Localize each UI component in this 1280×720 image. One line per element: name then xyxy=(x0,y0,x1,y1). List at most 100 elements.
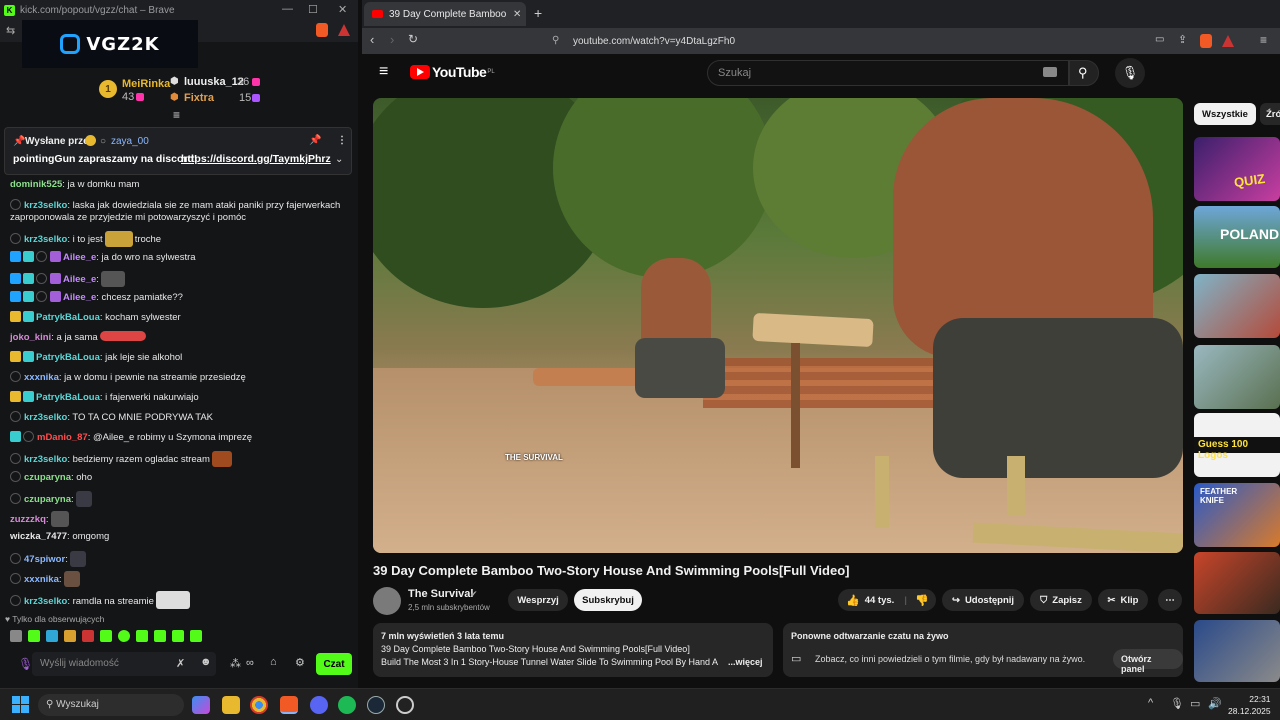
points-icon[interactable]: ⁂ xyxy=(230,657,241,670)
new-tab-icon[interactable]: + xyxy=(534,5,542,21)
chevron-down-icon[interactable]: ⌄ xyxy=(335,154,343,165)
copilot-icon[interactable] xyxy=(192,696,210,714)
chat-username[interactable]: xxxnika xyxy=(24,372,59,383)
leader-name[interactable]: Fixtra xyxy=(184,92,214,104)
chat-settings-icon[interactable]: ⚙ xyxy=(295,656,305,669)
spotify-icon[interactable] xyxy=(338,696,356,714)
url-field[interactable]: ⚲ youtube.com/watch?v=y4DtaLgzFh0 xyxy=(518,31,1126,51)
open-panel-button[interactable]: Otwórz panel xyxy=(1113,649,1183,674)
text-format-icon[interactable]: ✗ xyxy=(176,657,185,670)
microphone-icon[interactable]: 🎙 xyxy=(18,657,33,671)
hamburger-menu-icon[interactable]: ≡ xyxy=(379,63,388,81)
chat-username[interactable]: krz3selko xyxy=(24,200,67,211)
chat-username[interactable]: joko_kini xyxy=(10,332,51,343)
dislike-icon[interactable]: 👎 xyxy=(915,594,929,607)
show-more-link[interactable]: ...więcej xyxy=(728,657,763,667)
chat-username[interactable]: PatrykBaLoua xyxy=(36,312,100,323)
chat-username[interactable]: czuparyna xyxy=(24,494,71,505)
windows-start-icon[interactable] xyxy=(12,696,30,714)
emote-shortcut-icon[interactable] xyxy=(10,630,22,642)
close-tab-icon[interactable]: ✕ xyxy=(513,9,521,20)
network-icon[interactable]: ▭ xyxy=(1190,697,1200,710)
chat-username[interactable]: wiczka_7477 xyxy=(10,531,67,542)
emote-shortcut-icon[interactable] xyxy=(118,630,130,642)
send-chat-button[interactable]: Czat xyxy=(316,653,352,675)
pinned-sender[interactable]: zaya_00 xyxy=(111,136,149,147)
more-options-icon[interactable]: ⋮ xyxy=(337,135,347,146)
emote-shortcut-icon[interactable] xyxy=(190,630,202,642)
emote-shortcut-icon[interactable] xyxy=(46,630,58,642)
support-button[interactable]: Wesprzyj xyxy=(508,589,568,611)
emote-shortcut-icon[interactable] xyxy=(100,630,112,642)
chat-username[interactable]: PatrykBaLoua xyxy=(36,352,100,363)
recommended-thumbnail[interactable]: POLAND xyxy=(1194,206,1280,268)
steam-icon[interactable] xyxy=(367,696,385,714)
save-button[interactable]: ⛉ Zapisz xyxy=(1030,589,1092,611)
chat-username[interactable]: czuparyna xyxy=(24,472,71,483)
leader-name[interactable]: MeiRinka xyxy=(122,78,170,90)
search-button[interactable]: ⚲ xyxy=(1069,60,1099,86)
chat-username[interactable]: zuzzzkq xyxy=(10,514,46,525)
subscribe-button[interactable]: Subskrybuj xyxy=(574,589,642,611)
recommended-thumbnail[interactable] xyxy=(1194,552,1280,614)
channel-name[interactable]: The Survival xyxy=(408,588,473,600)
share-button[interactable]: ↪ Udostępnij xyxy=(942,589,1024,611)
reload-icon[interactable]: ↻ xyxy=(408,32,418,46)
chat-username[interactable]: krz3selko xyxy=(24,412,67,423)
clock[interactable]: 22:31 28.12.2025 xyxy=(1228,693,1271,717)
keyboard-icon[interactable] xyxy=(1043,67,1057,77)
chat-username[interactable]: dominik525 xyxy=(10,179,62,190)
emoji-icon[interactable]: ☻ xyxy=(200,656,212,668)
chat-username[interactable]: xxxnika xyxy=(24,574,59,585)
chat-message-input[interactable]: Wyślij wiadomość xyxy=(32,652,216,676)
chevron-up-icon[interactable]: ^ xyxy=(1148,697,1153,709)
clip-button[interactable]: ✂ Klip xyxy=(1098,589,1148,611)
taskbar-search[interactable]: ⚲ Wyszukaj xyxy=(38,694,184,716)
emote-shortcut-icon[interactable] xyxy=(136,630,148,642)
brave-shield-icon[interactable] xyxy=(316,23,328,37)
cast-icon[interactable]: ▭ xyxy=(1155,34,1164,45)
recommended-thumbnail[interactable]: QUIZ xyxy=(1194,137,1280,201)
chat-username[interactable]: Ailee_e xyxy=(63,274,96,285)
chat-username[interactable]: Ailee_e xyxy=(63,252,96,263)
chat-username[interactable]: krz3selko xyxy=(24,596,67,607)
search-input[interactable]: Szukaj xyxy=(707,60,1069,86)
chip-next[interactable]: Źró xyxy=(1260,103,1280,125)
recommended-thumbnail[interactable] xyxy=(1194,345,1280,409)
chrome-icon[interactable] xyxy=(250,696,268,714)
chat-username[interactable]: krz3selko xyxy=(24,454,67,465)
emote-shortcut-icon[interactable] xyxy=(28,630,40,642)
more-actions-button[interactable]: ⋯ xyxy=(1158,589,1182,611)
recommended-thumbnail[interactable] xyxy=(1194,274,1280,338)
volume-icon[interactable]: 🔊 xyxy=(1208,697,1222,710)
discord-icon[interactable] xyxy=(310,696,328,714)
menu-icon[interactable]: ≡ xyxy=(1260,33,1267,47)
minimize-icon[interactable]: — xyxy=(282,3,293,15)
emote-shortcut-icon[interactable] xyxy=(172,630,184,642)
brave-rewards-icon[interactable] xyxy=(1222,35,1234,47)
close-icon[interactable]: ✕ xyxy=(338,3,347,16)
youtube-logo[interactable]: YouTube PL xyxy=(410,64,495,80)
video-description[interactable]: 7 mln wyświetleń 3 lata temu 39 Day Comp… xyxy=(373,623,773,677)
pinned-link[interactable]: https://discord.gg/TaymkjPhrz xyxy=(181,153,331,165)
tab-youtube[interactable]: 39 Day Complete Bamboo Tw ✕ xyxy=(364,2,526,26)
emote-shortcut-icon[interactable] xyxy=(82,630,94,642)
channel-avatar[interactable] xyxy=(373,587,401,615)
voice-search-button[interactable]: 🎙 xyxy=(1115,58,1145,88)
brave-icon[interactable] xyxy=(280,696,298,714)
share-page-icon[interactable]: ⇪ xyxy=(1178,33,1187,46)
chat-username[interactable]: krz3selko xyxy=(24,234,67,245)
recommended-thumbnail[interactable] xyxy=(1194,620,1280,682)
emote-shortcut-icon[interactable] xyxy=(154,630,166,642)
site-info-icon[interactable]: ⚲ xyxy=(552,35,559,46)
leader-name[interactable]: luuuska_12 xyxy=(184,76,244,88)
chat-username[interactable]: 47spiwor xyxy=(24,554,65,565)
recommended-thumbnail[interactable]: Guess 100 Logos xyxy=(1194,413,1280,477)
brave-shield-icon[interactable] xyxy=(1200,34,1212,48)
infinity-icon[interactable]: ∞ xyxy=(246,657,254,669)
recommended-thumbnail[interactable]: FEATHER KNIFE xyxy=(1194,483,1280,547)
back-icon[interactable]: ‹ xyxy=(370,32,374,47)
emote-shortcut-icon[interactable] xyxy=(64,630,76,642)
app-icon[interactable] xyxy=(396,696,414,714)
brave-rewards-icon[interactable] xyxy=(338,24,350,36)
